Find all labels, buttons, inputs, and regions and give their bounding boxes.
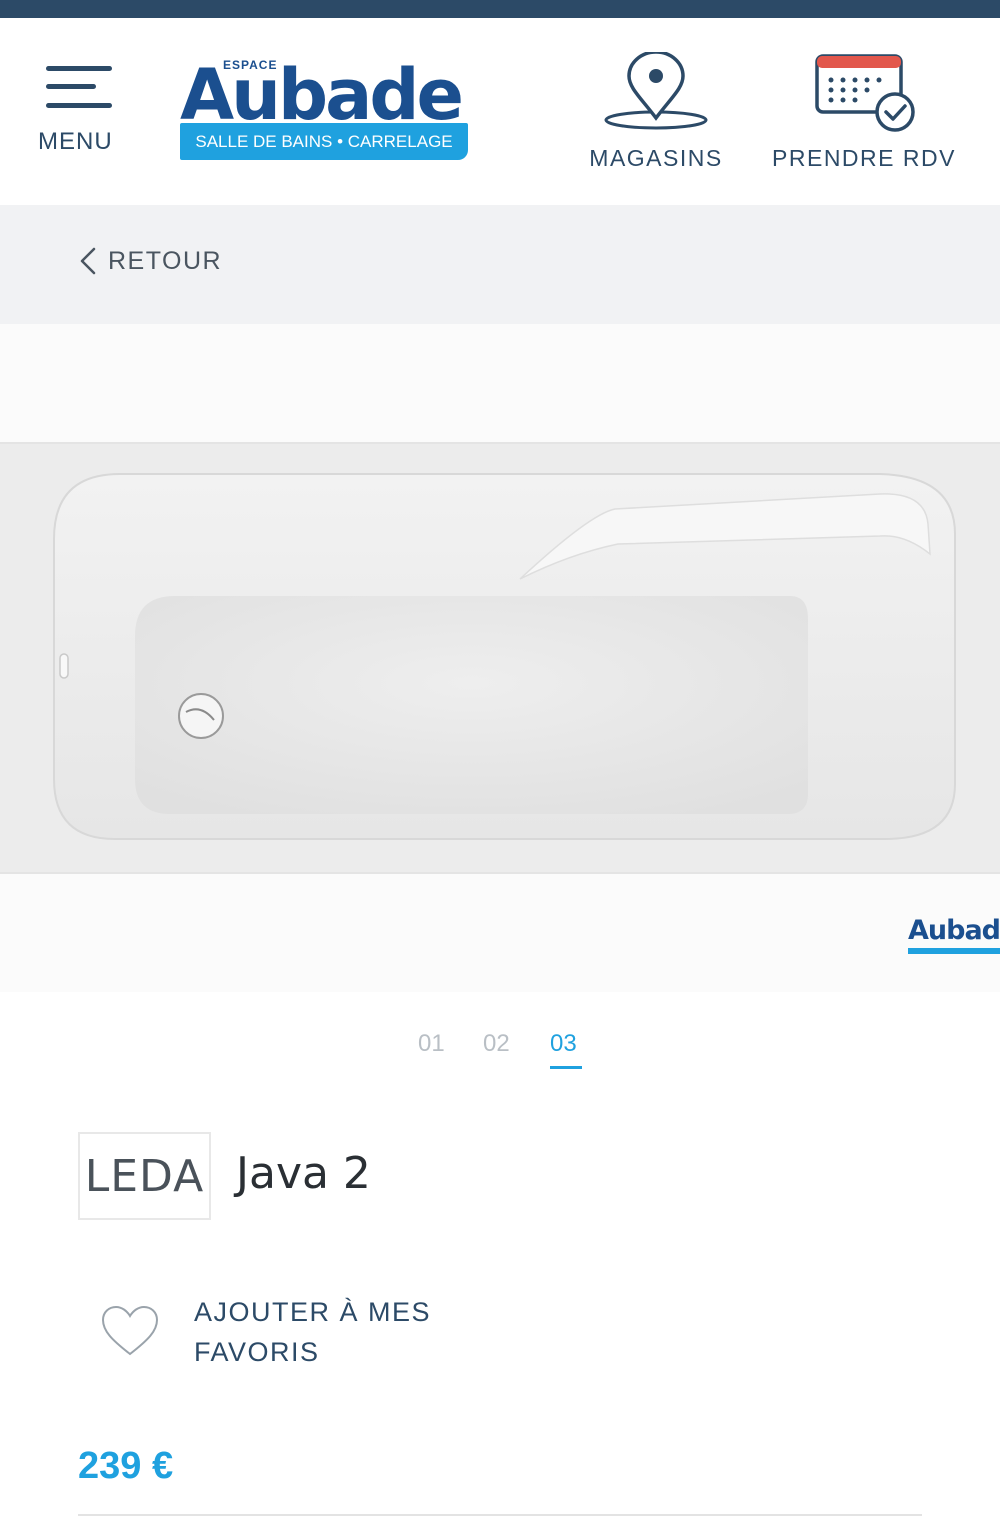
heart-icon — [101, 1305, 159, 1356]
watermark-logo: Aubad — [908, 916, 1000, 956]
logo-tagline: SALLE DE BAINS • CARRELAGE — [180, 123, 468, 160]
menu-label: MENU — [38, 128, 113, 155]
hamburger-icon — [46, 66, 112, 71]
top-accent-bar — [0, 0, 1000, 18]
add-to-favorites-button[interactable]: AJOUTER À MES FAVORIS — [100, 1292, 500, 1376]
product-price: 239 € — [78, 1445, 174, 1487]
menu-button[interactable]: MENU — [38, 66, 122, 176]
add-to-favorites-label: AJOUTER À MES FAVORIS — [194, 1297, 432, 1367]
appointment-label: PRENDRE RDV — [772, 145, 956, 171]
product-title: Java 2 — [236, 1148, 371, 1199]
product-gallery[interactable]: Aubad — [0, 324, 1000, 992]
calendar-check-icon — [815, 54, 915, 132]
stores-label: MAGASINS — [589, 145, 723, 171]
brand-name: LEDA — [84, 1150, 205, 1202]
back-button[interactable]: RETOUR — [78, 241, 222, 281]
brand-logo-box[interactable]: LEDA — [78, 1132, 211, 1220]
bathtub-image — [53, 473, 956, 840]
back-label: RETOUR — [108, 246, 223, 275]
brand-logo[interactable]: ESPACE Aubade SALLE DE BAINS • CARRELAGE — [178, 58, 470, 182]
divider — [78, 1514, 922, 1516]
pager-item-02[interactable]: 02 — [483, 1030, 510, 1058]
pager-active-indicator — [550, 1066, 582, 1069]
logo-wordmark: Aubade — [180, 54, 464, 136]
stores-button[interactable]: MAGASINS — [578, 50, 734, 172]
map-pin-icon — [604, 50, 708, 130]
pager-item-01[interactable]: 01 — [418, 1030, 445, 1058]
gallery-pager: 01 02 03 — [0, 1030, 1000, 1080]
chevron-left-icon — [80, 247, 96, 275]
appointment-button[interactable]: PRENDRE RDV — [760, 52, 968, 172]
site-header: MENU ESPACE Aubade SALLE DE BAINS • CARR… — [0, 18, 1000, 205]
pager-item-03[interactable]: 03 — [550, 1030, 577, 1058]
back-bar: RETOUR — [0, 205, 1000, 324]
